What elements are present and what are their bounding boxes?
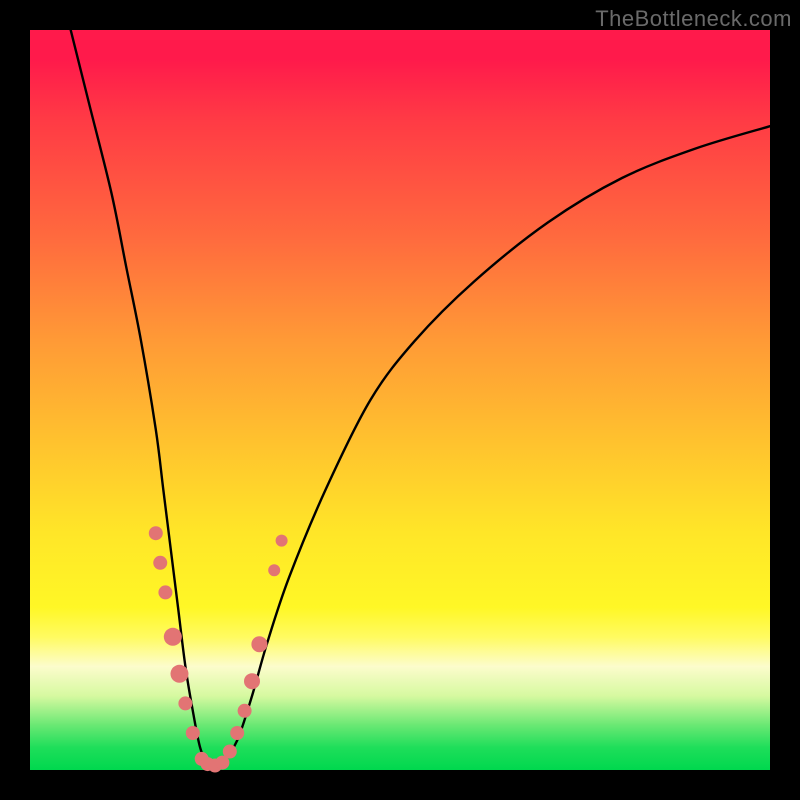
marker-right-3	[244, 673, 260, 689]
marker-bottom-5	[223, 745, 237, 759]
marker-left-4	[164, 628, 182, 646]
bottleneck-curve	[67, 15, 770, 766]
plot-area	[30, 30, 770, 770]
marker-left-7	[186, 726, 200, 740]
outer-frame: TheBottleneck.com	[0, 0, 800, 800]
marker-right-6	[276, 535, 288, 547]
curve-svg	[30, 30, 770, 770]
marker-right-5	[268, 564, 280, 576]
marker-left-3	[158, 585, 172, 599]
watermark-text: TheBottleneck.com	[595, 6, 792, 32]
marker-left-6	[178, 696, 192, 710]
marker-right-1	[230, 726, 244, 740]
marker-right-2	[238, 704, 252, 718]
marker-left-1	[149, 526, 163, 540]
marker-left-2	[153, 556, 167, 570]
marker-left-5	[170, 665, 188, 683]
data-markers	[149, 526, 288, 772]
marker-right-4	[251, 636, 267, 652]
